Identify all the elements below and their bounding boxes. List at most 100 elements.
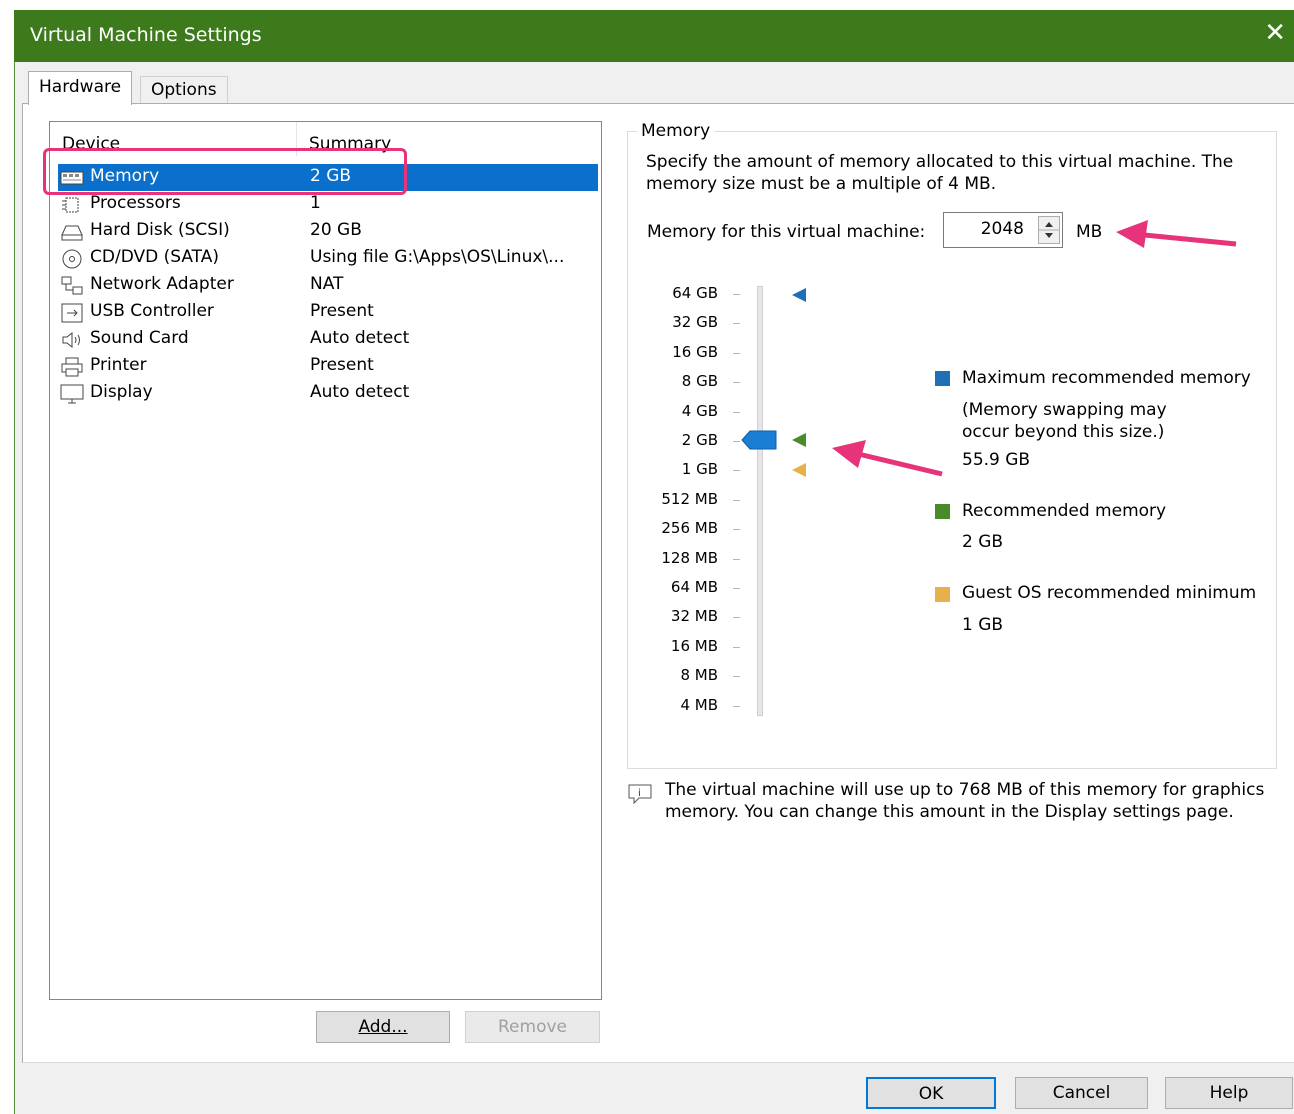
memory-field-label: Memory for this virtual machine: (647, 222, 926, 242)
device-summary: Present (310, 355, 374, 375)
memory-scale-tick (733, 499, 740, 501)
device-summary: Using file G:\Apps\OS\Linux\... (310, 247, 565, 267)
guest-min-swatch (935, 587, 950, 602)
device-row-hard-disk[interactable]: Hard Disk (SCSI) 20 GB (58, 218, 598, 245)
memory-scale-label: 128 MB (661, 548, 718, 567)
max-recommended-note: (Memory swapping may occur beyond this s… (962, 400, 1167, 442)
device-summary: NAT (310, 274, 344, 294)
title-bar: Virtual Machine Settings ✕ (14, 10, 1294, 62)
device-list[interactable]: Device Summary Memory 2 GB Processors 1 … (49, 121, 602, 1000)
display-icon (60, 384, 84, 404)
device-name: Display (90, 382, 153, 402)
processor-icon (62, 197, 79, 213)
help-button[interactable]: Help (1165, 1077, 1293, 1109)
device-row-usb-controller[interactable]: USB Controller Present (58, 299, 598, 326)
guest-min-label: Guest OS recommended minimum (962, 583, 1257, 603)
recommended-marker (792, 433, 806, 447)
device-summary: 1 (310, 193, 321, 213)
memory-slider-track[interactable] (757, 286, 763, 716)
device-name: Network Adapter (90, 274, 234, 294)
add-device-button[interactable]: Add... (316, 1011, 450, 1043)
device-name: Sound Card (90, 328, 189, 348)
device-name: USB Controller (90, 301, 214, 321)
memory-description: Specify the amount of memory allocated t… (646, 152, 1234, 194)
memory-scale-tick (733, 588, 740, 589)
recommended-value: 2 GB (962, 532, 1004, 552)
memory-scale-label: 256 MB (661, 519, 718, 538)
memory-scale-tick (733, 529, 740, 531)
printer-icon (61, 357, 83, 377)
device-name: Processors (90, 193, 181, 213)
device-summary: Present (310, 301, 374, 321)
device-summary: 20 GB (310, 220, 362, 240)
device-summary: Auto detect (310, 382, 410, 402)
max-recommended-marker (792, 288, 806, 302)
memory-group-title: Memory (637, 121, 715, 141)
memory-scale-tick (733, 411, 740, 413)
device-row-cd-dvd[interactable]: CD/DVD (SATA) Using file G:\Apps\OS\Linu… (58, 245, 598, 272)
annotation-arrow-slider (832, 440, 943, 477)
memory-scale-label: 4 GB (681, 401, 718, 420)
memory-scale-label: 8 GB (681, 372, 718, 391)
memory-scale-label: 16 MB (670, 636, 718, 655)
annotation-arrow-input (1116, 220, 1237, 248)
memory-scale-label: 64 GB (672, 284, 718, 302)
ok-button[interactable]: OK (866, 1077, 996, 1109)
memory-scale-label: 4 MB (680, 695, 718, 714)
memory-scale-label: 512 MB (661, 489, 718, 508)
cd-dvd-icon (62, 249, 82, 269)
sound-icon (62, 331, 80, 349)
recommended-swatch (935, 504, 950, 519)
device-name: Printer (90, 355, 147, 375)
tab-hardware[interactable]: Hardware (28, 71, 133, 105)
memory-scale-tick (733, 646, 740, 648)
memory-scale-label: 32 GB (672, 313, 718, 332)
memory-size-input[interactable]: 2048 (943, 212, 1063, 248)
graphics-memory-note: The virtual machine will use up to 768 M… (665, 780, 1265, 822)
svg-text:i: i (638, 788, 641, 799)
memory-scale-tick (733, 470, 740, 472)
remove-device-button[interactable]: Remove (465, 1011, 600, 1043)
memory-scale-tick (733, 323, 740, 325)
guest-min-value: 1 GB (962, 615, 1004, 635)
tab-options[interactable]: Options (140, 76, 228, 104)
device-row-processors[interactable]: Processors 1 (58, 191, 598, 218)
memory-spinner[interactable] (1038, 216, 1060, 244)
close-icon[interactable]: ✕ (1264, 18, 1286, 48)
max-recommended-value: 55.9 GB (962, 450, 1031, 470)
memory-scale-tick (733, 617, 740, 619)
memory-scale-tick (733, 441, 740, 442)
max-recommended-label: Maximum recommended memory (962, 368, 1251, 388)
device-summary: Auto detect (310, 328, 410, 348)
network-adapter-icon (61, 276, 83, 295)
usb-icon (61, 303, 83, 323)
memory-slider-thumb[interactable] (740, 428, 780, 452)
memory-scale-label: 2 GB (681, 431, 718, 449)
device-row-display[interactable]: Display Auto detect (58, 380, 598, 407)
spin-up-icon[interactable] (1045, 222, 1053, 227)
memory-scale-tick (733, 352, 740, 354)
recommended-label: Recommended memory (962, 501, 1167, 521)
spin-down-icon[interactable] (1045, 233, 1053, 238)
memory-scale-label: 64 MB (670, 578, 718, 596)
remove-button-label: Remove (498, 1017, 567, 1037)
memory-scale-label: 16 GB (672, 342, 718, 361)
max-recommended-swatch (935, 371, 950, 386)
device-row-network-adapter[interactable]: Network Adapter NAT (58, 272, 598, 299)
device-name: Hard Disk (SCSI) (90, 220, 230, 240)
memory-unit: MB (1076, 222, 1103, 242)
memory-size-value[interactable]: 2048 (981, 219, 1024, 239)
device-row-sound-card[interactable]: Sound Card Auto detect (58, 326, 598, 353)
memory-scale-tick (733, 382, 740, 384)
window-title: Virtual Machine Settings (30, 24, 262, 46)
device-row-printer[interactable]: Printer Present (58, 353, 598, 380)
memory-scale-tick (733, 676, 740, 678)
cancel-button[interactable]: Cancel (1015, 1077, 1148, 1109)
memory-scale-tick (733, 705, 740, 707)
add-button-label: Add... (358, 1017, 408, 1037)
guest-min-marker (792, 463, 806, 477)
memory-scale-label: 8 MB (680, 666, 718, 685)
info-icon: i (628, 784, 652, 805)
device-name: CD/DVD (SATA) (90, 247, 219, 267)
memory-scale-tick (733, 558, 740, 560)
